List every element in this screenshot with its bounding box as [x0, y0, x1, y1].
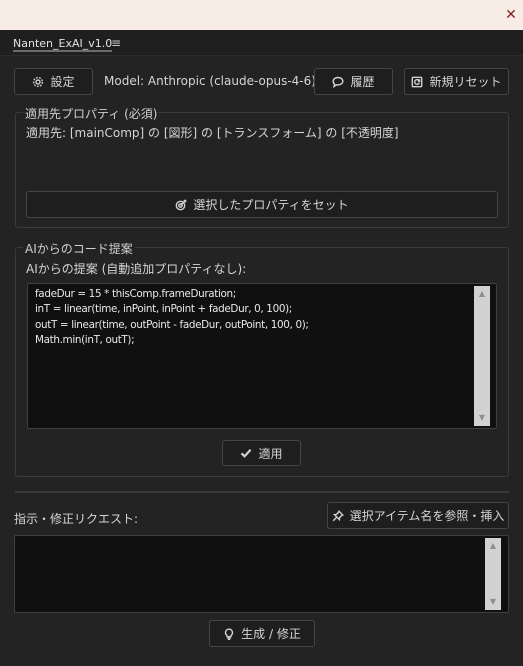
new-reset-button-label: 新規リセット: [429, 75, 502, 89]
panel-tab[interactable]: Nanten_ExAI_v1.0: [13, 37, 113, 52]
request-label: 指示・修正リクエスト:: [14, 512, 139, 526]
apply-button[interactable]: 適用: [222, 440, 301, 466]
panel-tabbar: Nanten_ExAI_v1.0 ≡: [0, 30, 523, 56]
window-titlebar: ✕: [0, 0, 523, 30]
window-close-button[interactable]: ✕: [503, 7, 519, 23]
code-scrollbar[interactable]: ▲ ▼: [474, 286, 490, 426]
panel-title: Nanten_ExAI_v1.0: [13, 37, 113, 52]
ai-suggestion-subtitle: AIからの提案 (自動追加プロパティなし):: [26, 262, 247, 276]
target-property-group-title: 適用先プロパティ (必須): [23, 105, 160, 122]
generate-button-label: 生成 / 修正: [241, 627, 301, 641]
apply-button-label: 適用: [258, 446, 283, 461]
request-scrollbar[interactable]: ▲ ▼: [485, 538, 501, 610]
checkmark-icon: [241, 449, 252, 458]
panel-menu-icon[interactable]: ≡: [111, 36, 121, 50]
settings-button[interactable]: 設定: [14, 68, 93, 95]
generate-button[interactable]: 生成 / 修正: [209, 620, 315, 647]
pin-icon: [332, 509, 344, 521]
new-reset-button[interactable]: 新規リセット: [404, 68, 509, 95]
target-property-path: 適用先: [mainComp] の [図形] の [トランスフォーム] の [不…: [26, 126, 399, 140]
gear-icon: [33, 76, 44, 87]
refresh-icon: [412, 76, 423, 87]
ai-suggestion-group-title: AIからのコード提案: [23, 240, 135, 257]
insert-item-name-button-label: 選択アイテム名を参照・挿入: [349, 509, 505, 523]
code-suggestion-textarea[interactable]: fadeDur = 15 * thisComp.frameDuration; in…: [27, 283, 497, 429]
set-property-button-label: 選択したプロパティをセット: [193, 198, 349, 212]
model-label: Model: Anthropic (claude-opus-4-6): [104, 74, 316, 88]
section-divider: [15, 491, 509, 493]
code-line: fadeDur = 15 * thisComp.frameDuration;: [35, 288, 236, 300]
insert-item-name-button[interactable]: 選択アイテム名を参照・挿入: [327, 502, 509, 529]
history-button-label: 履歴: [350, 75, 375, 89]
target-icon: [175, 199, 187, 210]
code-line: Math.min(inT, outT);: [35, 333, 135, 346]
close-icon: ✕: [505, 7, 517, 23]
code-line: inT = linear(time, inPoint, inPoint + fa…: [35, 303, 292, 316]
set-property-button[interactable]: 選択したプロパティをセット: [26, 191, 498, 218]
scroll-down-icon[interactable]: ▼: [474, 412, 490, 424]
history-button[interactable]: 履歴: [314, 68, 393, 95]
speech-bubble-icon: [332, 76, 344, 88]
code-line: outT = linear(time, outPoint - fadeDur, …: [35, 318, 309, 331]
scroll-up-icon[interactable]: ▲: [474, 288, 490, 300]
scroll-up-icon[interactable]: ▲: [485, 540, 501, 552]
request-textarea[interactable]: ▲ ▼: [14, 535, 509, 613]
settings-button-label: 設定: [50, 75, 75, 89]
lightbulb-icon: [225, 627, 234, 640]
code-lines: fadeDur = 15 * thisComp.frameDuration; in…: [35, 287, 309, 348]
scroll-down-icon[interactable]: ▼: [485, 596, 501, 608]
